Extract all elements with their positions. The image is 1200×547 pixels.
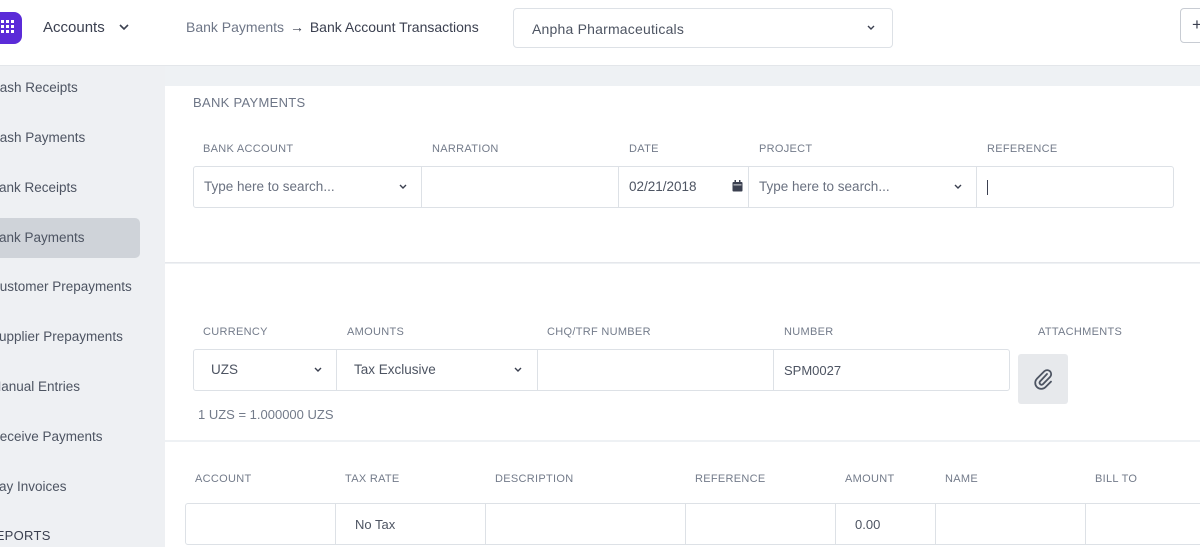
amount-value: 0.00 — [855, 517, 881, 532]
breadcrumb-arrow-icon: → — [289, 19, 304, 35]
currency-select[interactable]: UZS — [194, 350, 337, 390]
chevron-down-icon — [954, 184, 962, 189]
details-fields-row: UZS Tax Exclusive SPM0027 — [193, 349, 1010, 391]
chevron-down-icon — [314, 367, 322, 372]
bank-account-select[interactable]: Type here to search... — [194, 167, 422, 207]
sidebar-item-bank-payments[interactable]: Bank Payments — [0, 218, 140, 258]
reference-cell[interactable] — [686, 504, 836, 544]
company-name: Anpha Pharmaceuticals — [532, 21, 685, 37]
project-placeholder: Type here to search... — [759, 179, 890, 194]
section-title: BANK PAYMENTS — [193, 95, 306, 110]
plus-icon: + — [1192, 15, 1200, 34]
description-cell[interactable] — [486, 504, 686, 544]
sidebar-item-cash-receipts[interactable]: Cash Receipts — [0, 68, 140, 108]
chevron-down-icon — [867, 25, 875, 30]
sidebar-header: Accounts — [0, 0, 165, 66]
breadcrumb-current: Bank Account Transactions — [309, 19, 479, 35]
column-header-name: NAME — [945, 473, 978, 485]
sidebar-item-pay-invoices[interactable]: Pay Invoices — [0, 467, 140, 507]
date-label: DATE — [629, 143, 659, 155]
narration-input[interactable] — [422, 167, 619, 207]
amounts-select[interactable]: Tax Exclusive — [337, 350, 538, 390]
project-select[interactable]: Type here to search... — [749, 167, 977, 207]
currency-label: CURRENCY — [203, 326, 268, 338]
sidebar-item-supplier-prepayments[interactable]: Supplier Prepayments — [0, 317, 140, 357]
sidebar-item-customer-prepayments[interactable]: Customer Prepayments — [0, 267, 140, 307]
breadcrumb: Bank Payments → Bank Account Transaction… — [186, 19, 479, 35]
breadcrumb-parent[interactable]: Bank Payments — [186, 19, 284, 35]
table-row: No Tax 0.00 — [185, 503, 1200, 545]
bank-payment-header-card: BANK PAYMENTS BANK ACCOUNT NARRATION DAT… — [165, 86, 1200, 263]
attach-button[interactable] — [1018, 354, 1068, 404]
chq-number-input[interactable] — [538, 350, 774, 390]
chevron-down-icon — [399, 184, 407, 189]
bank-account-placeholder: Type here to search... — [204, 179, 335, 194]
chq-number-label: CHQ/TRF NUMBER — [547, 326, 651, 338]
add-button[interactable]: + — [1180, 8, 1200, 43]
name-cell[interactable] — [936, 504, 1086, 544]
tax-rate-value: No Tax — [355, 517, 396, 532]
header-fields-row: Type here to search... 02/21/2018 Type h… — [193, 166, 1174, 208]
sidebar-item-manual-entries[interactable]: Manual Entries — [0, 367, 140, 407]
text-cursor — [987, 180, 988, 195]
amounts-label: AMOUNTS — [347, 326, 405, 338]
app-logo[interactable] — [0, 12, 22, 44]
amounts-value: Tax Exclusive — [354, 362, 436, 377]
sidebar-item-cash-payments[interactable]: Cash Payments — [0, 118, 140, 158]
sidebar-item-bank-receipts[interactable]: Bank Receipts — [0, 168, 140, 208]
currency-value: UZS — [211, 362, 238, 377]
bank-account-label: BANK ACCOUNT — [203, 143, 294, 155]
number-input[interactable]: SPM0027 — [774, 350, 1009, 390]
attachments-label: ATTACHMENTS — [1038, 326, 1123, 338]
paperclip-icon — [1034, 369, 1053, 390]
bill-to-cell[interactable] — [1086, 504, 1200, 544]
top-bar: Bank Payments → Bank Account Transaction… — [165, 0, 1200, 66]
column-header-amount: AMOUNT — [845, 473, 895, 485]
date-value: 02/21/2018 — [629, 179, 697, 194]
calendar-icon[interactable] — [732, 180, 743, 192]
number-value: SPM0027 — [784, 363, 842, 378]
module-selector[interactable]: Accounts — [43, 19, 105, 36]
exchange-rate: 1 UZS = 1.000000 UZS — [198, 407, 334, 422]
sidebar: Accounts Cash Receipts Cash Payments Ban… — [0, 0, 165, 547]
line-items-card: ACCOUNT TAX RATE DESCRIPTION REFERENCE A… — [165, 442, 1200, 547]
reference-label: REFERENCE — [987, 143, 1058, 155]
payment-details-card: CURRENCY AMOUNTS CHQ/TRF NUMBER NUMBER A… — [165, 264, 1200, 440]
sidebar-item-receive-payments[interactable]: Receive Payments — [0, 417, 140, 457]
column-header-tax-rate: TAX RATE — [345, 473, 400, 485]
account-cell[interactable] — [186, 504, 336, 544]
tax-rate-cell[interactable]: No Tax — [336, 504, 486, 544]
column-header-bill-to: BILL TO — [1095, 473, 1138, 485]
column-header-account: ACCOUNT — [195, 473, 252, 485]
reference-input[interactable] — [977, 167, 1173, 207]
sidebar-section-reports: REPORTS — [0, 528, 51, 543]
chevron-down-icon[interactable] — [118, 20, 130, 34]
company-selector[interactable]: Anpha Pharmaceuticals — [513, 8, 893, 48]
number-label: NUMBER — [784, 326, 834, 338]
narration-label: NARRATION — [432, 143, 499, 155]
project-label: PROJECT — [759, 143, 813, 155]
chevron-down-icon — [514, 367, 522, 372]
column-header-reference: REFERENCE — [695, 473, 766, 485]
column-header-description: DESCRIPTION — [495, 473, 574, 485]
grid-icon — [1, 20, 14, 33]
date-input[interactable]: 02/21/2018 — [619, 167, 749, 207]
amount-cell[interactable]: 0.00 — [836, 504, 936, 544]
